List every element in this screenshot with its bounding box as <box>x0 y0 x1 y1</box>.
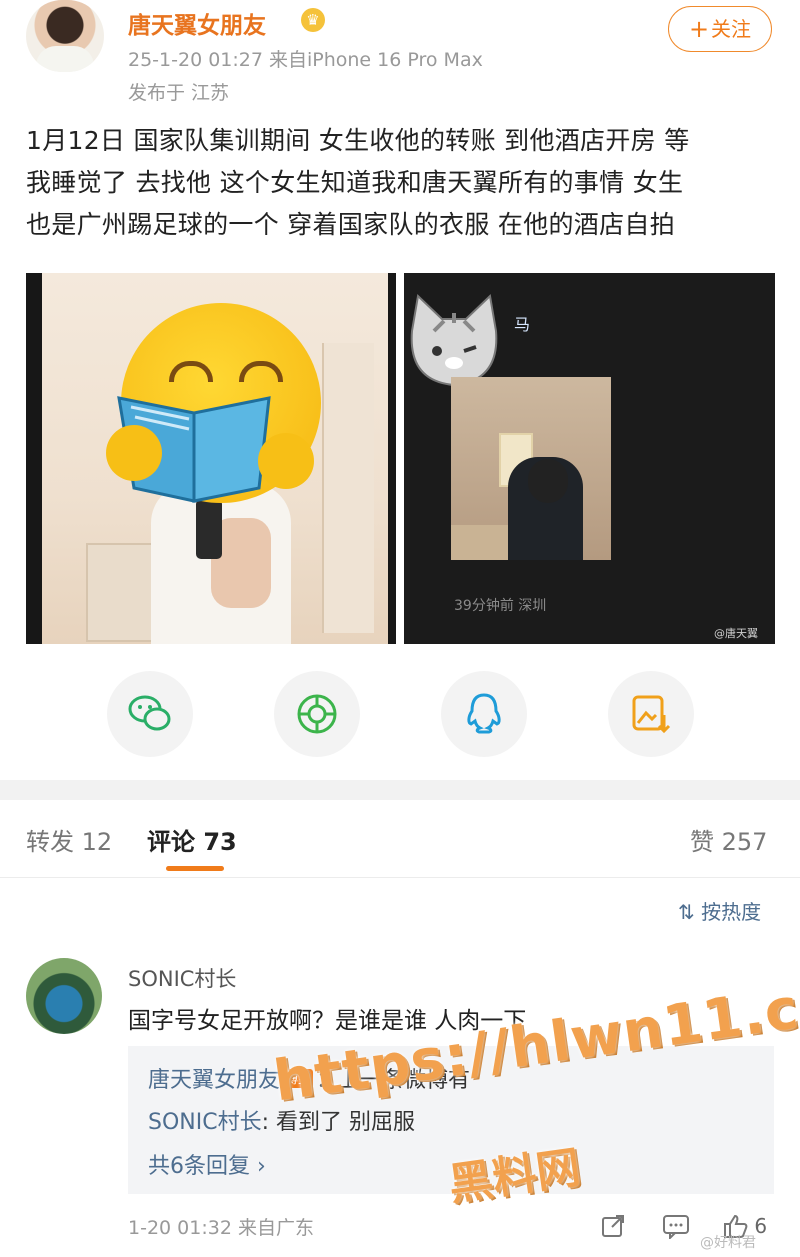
image-label: 马 <box>514 315 531 334</box>
share-wechat-button[interactable] <box>107 671 193 757</box>
active-tab-indicator <box>166 866 224 871</box>
author-name[interactable]: 唐天翼女朋友 <box>128 6 266 40</box>
image-source: @唐天翼 <box>714 627 758 640</box>
author-avatar[interactable] <box>26 0 104 72</box>
save-image-icon <box>632 695 671 734</box>
post-location: 发布于 江苏 <box>128 82 230 104</box>
reply-author[interactable]: SONIC村长 <box>148 1110 262 1135</box>
post-meta: 25-1-20 01:27 来自iPhone 16 Pro Max <box>128 49 483 71</box>
wechat-icon <box>128 695 171 731</box>
vip-crown-icon: ♛ <box>301 8 325 32</box>
sort-label: 按热度 <box>701 900 762 924</box>
post-image-2[interactable]: 马 39分钟前 深圳 @唐天翼 <box>404 273 775 644</box>
sort-by-heat-button[interactable]: ⇅ 按热度 <box>678 896 761 925</box>
repost-icon[interactable] <box>600 1213 626 1244</box>
tab-repost[interactable]: 转发 12 <box>26 822 112 857</box>
follow-label: 关注 <box>711 17 752 41</box>
commenter-avatar[interactable] <box>26 958 102 1034</box>
commenter-name[interactable]: SONIC村长 <box>128 963 236 993</box>
more-replies-link[interactable]: 共6条回复 › <box>148 1148 266 1180</box>
comment-icon[interactable] <box>662 1213 690 1244</box>
image-caption: 39分钟前 深圳 <box>454 598 547 614</box>
sort-icon: ⇅ <box>678 900 702 924</box>
save-image-button[interactable] <box>608 671 694 757</box>
post-line: 1月12日 国家队集训期间 女生收他的转账 到他酒店开房 等 <box>26 126 690 155</box>
divider <box>0 877 800 878</box>
tab-comments[interactable]: 评论 73 <box>147 822 237 857</box>
post-line: 也是广州踢足球的一个 穿着国家队的衣服 在他的酒店自拍 <box>26 210 675 239</box>
reply-text: : 看到了 别屈服 <box>261 1110 415 1135</box>
reply-author[interactable]: 唐天翼女朋友 <box>148 1068 280 1093</box>
follow-button[interactable]: + 关注 <box>668 6 772 52</box>
weibo-signature: @好料君 <box>700 1235 756 1251</box>
cat-sticker-icon <box>410 293 498 387</box>
moments-icon <box>297 694 337 734</box>
post-text: 1月12日 国家队集训期间 女生收他的转账 到他酒店开房 等 我睡觉了 去找他 … <box>26 120 776 246</box>
section-separator <box>0 780 800 800</box>
share-qq-button[interactable] <box>441 671 527 757</box>
plus-icon: + <box>688 15 710 43</box>
comment-time: 1-20 01:32 来自广东 <box>128 1217 314 1239</box>
qq-icon <box>467 693 501 734</box>
post-line: 我睡觉了 去找他 这个女生知道我和唐天翼所有的事情 女生 <box>26 168 684 197</box>
tab-likes[interactable]: 赞 257 <box>690 822 767 857</box>
share-moments-button[interactable] <box>274 671 360 757</box>
more-replies-label: 共6条回复 <box>148 1154 250 1179</box>
post-image-1[interactable] <box>26 273 396 644</box>
like-count: 6 <box>754 1214 768 1238</box>
